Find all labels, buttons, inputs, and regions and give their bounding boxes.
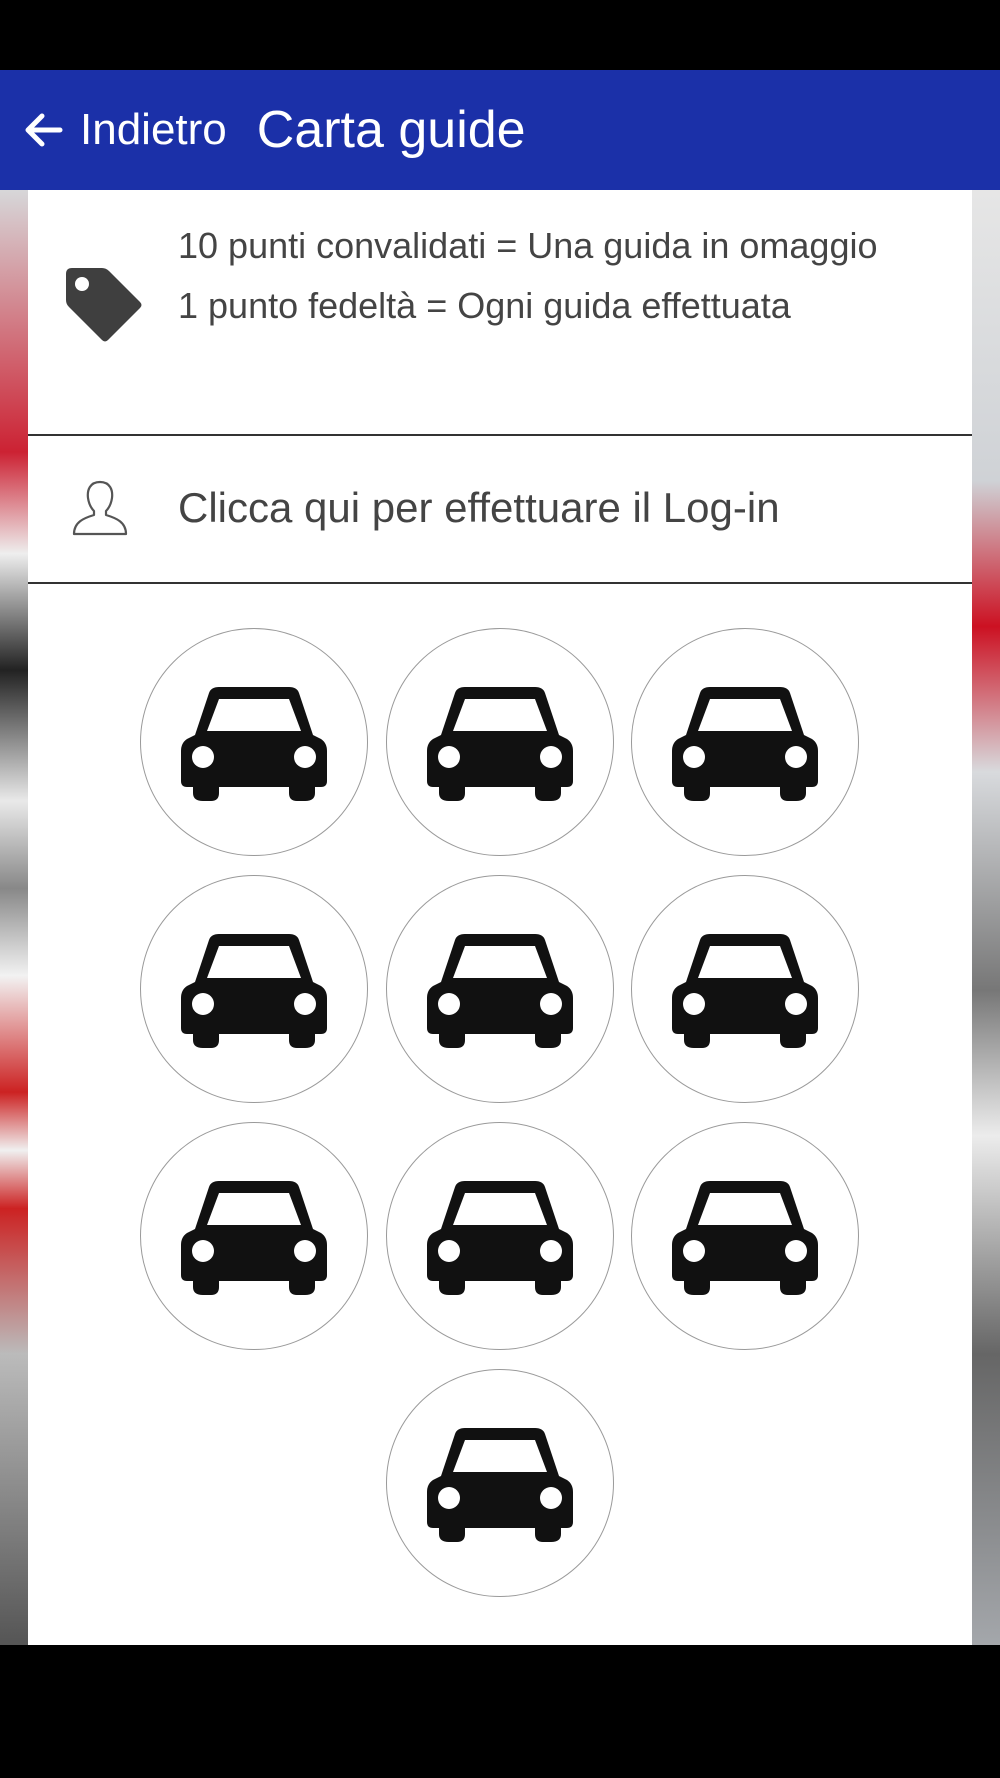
loyalty-card: 10 punti convalidati = Una guida in omag… <box>28 190 972 1645</box>
car-icon <box>181 1181 327 1295</box>
info-text: 10 punti convalidati = Una guida in omag… <box>178 218 938 334</box>
car-icon <box>427 1428 573 1542</box>
app-bar: Indietro Carta guide <box>0 70 1000 190</box>
page-title: Carta guide <box>256 101 526 159</box>
stamp-circle <box>140 875 368 1103</box>
background-right-strip <box>972 190 1000 1645</box>
back-button[interactable]: Indietro <box>0 70 227 190</box>
back-label: Indietro <box>80 105 227 154</box>
login-row[interactable]: Clicca qui per effettuare il Log-in <box>28 436 972 584</box>
stamp-circle <box>140 628 368 856</box>
car-icon <box>181 934 327 1048</box>
car-icon <box>427 1181 573 1295</box>
navigation-bar <box>0 1645 1000 1778</box>
stamp-circle <box>386 628 614 856</box>
background-left-strip <box>0 190 28 1645</box>
info-line-loyalty: 1 punto fedeltà = Ogni guida effettuata <box>178 285 791 326</box>
stamp-circle <box>386 1369 614 1597</box>
car-icon <box>672 934 818 1048</box>
stamp-circle <box>631 628 859 856</box>
car-icon <box>427 687 573 801</box>
car-icon <box>672 1181 818 1295</box>
stamp-circle <box>140 1122 368 1350</box>
car-icon <box>181 687 327 801</box>
info-row: 10 punti convalidati = Una guida in omag… <box>28 190 972 436</box>
login-label: Clicca qui per effettuare il Log-in <box>178 484 780 531</box>
stamp-circle <box>631 1122 859 1350</box>
back-arrow-icon <box>25 113 63 147</box>
stamp-circle <box>386 875 614 1103</box>
car-icon <box>672 687 818 801</box>
status-bar <box>0 0 1000 70</box>
user-icon <box>72 480 128 536</box>
stamp-circle <box>631 875 859 1103</box>
info-line-validated: 10 punti convalidati = Una guida in omag… <box>178 225 878 266</box>
car-icon <box>427 934 573 1048</box>
stamp-circle <box>386 1122 614 1350</box>
tag-icon <box>66 268 142 342</box>
